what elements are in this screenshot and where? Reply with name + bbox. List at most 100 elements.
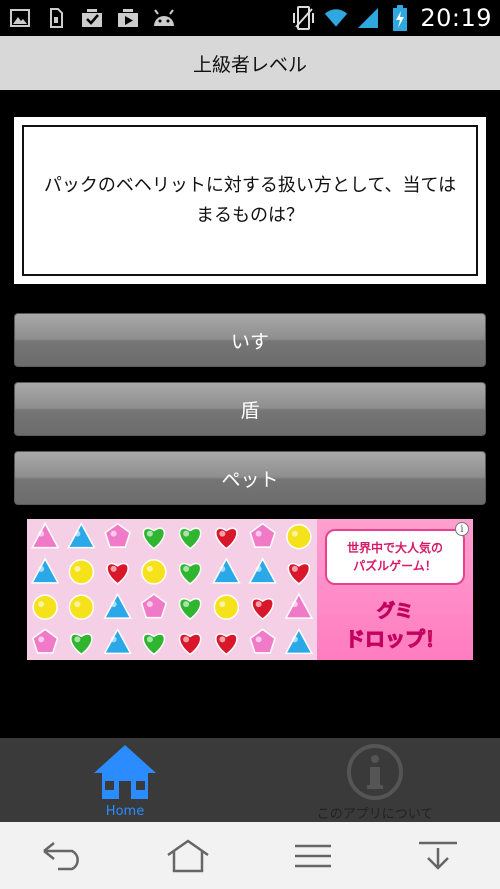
android-icon	[152, 6, 176, 30]
bottom-tab-bar: Home このアプリについて	[0, 738, 500, 822]
home-nav-icon[interactable]	[125, 822, 250, 889]
candy-highlight	[255, 636, 262, 643]
candy-piece	[178, 527, 202, 550]
candy-highlight	[110, 636, 117, 643]
hide-keyboard-icon[interactable]	[375, 822, 500, 889]
candy-highlight	[255, 565, 262, 572]
tab-home[interactable]: Home	[0, 738, 250, 822]
answer-label: 盾	[240, 399, 260, 422]
question-text: パックのベヘリットに対する扱い方として、当てはまるものは？	[43, 174, 457, 226]
page-title: 上級者レベル	[192, 53, 307, 76]
vibrate-icon	[292, 6, 316, 30]
candy-piece	[212, 557, 241, 584]
tab-about[interactable]: このアプリについて	[250, 738, 500, 822]
candy-piece	[30, 522, 60, 549]
candy-highlight	[291, 636, 298, 643]
candy-piece	[30, 557, 60, 584]
candy-highlight	[146, 530, 153, 537]
candy-piece	[106, 562, 129, 585]
ad-line2: パズルゲーム！	[353, 559, 437, 573]
question-frame: パックのベヘリットに対する扱い方として、当てはまるものは？	[22, 125, 478, 276]
image-icon	[8, 6, 32, 30]
menu-icon[interactable]	[250, 822, 375, 889]
candy-highlight	[110, 565, 117, 572]
ad-info-icon[interactable]: i	[455, 522, 469, 536]
candy-highlight	[74, 530, 81, 537]
play-store-icon	[116, 6, 140, 30]
system-nav-bar	[0, 822, 500, 889]
candy-grid-image	[27, 519, 317, 660]
candy-piece	[140, 593, 168, 619]
answer-button-2[interactable]: 盾	[14, 382, 486, 436]
candy-piece	[251, 598, 274, 621]
candy-piece	[284, 627, 314, 655]
candy-highlight	[219, 565, 226, 572]
candy-highlight	[219, 530, 226, 537]
ad-tagline: 世界中で大人気の パズルゲーム！	[325, 529, 465, 585]
wifi-icon	[324, 6, 348, 30]
candy-piece	[178, 598, 202, 621]
info-icon	[342, 742, 408, 801]
candy-piece	[287, 562, 311, 585]
candy-highlight	[291, 530, 298, 537]
candy-piece	[178, 633, 202, 656]
system-icons: 20:19	[292, 4, 492, 32]
ad-logo-line2: ドロップ！	[345, 626, 446, 651]
tab-about-label: このアプリについて	[316, 807, 434, 822]
candy-piece	[249, 522, 276, 548]
candy-piece	[286, 523, 312, 550]
ad-banner[interactable]: 世界中で大人気の パズルゲーム！ グミ ドロップ！ i	[27, 519, 473, 660]
tab-home-label: Home	[105, 804, 145, 819]
clock: 20:19	[420, 4, 492, 32]
candy-highlight	[183, 636, 190, 643]
candy-piece	[141, 559, 167, 585]
candy-highlight	[74, 636, 81, 643]
candy-piece	[31, 628, 59, 654]
candy-highlight	[74, 601, 81, 608]
candy-highlight	[146, 565, 153, 572]
candy-highlight	[219, 601, 226, 608]
title-bar: 上級者レベル	[0, 36, 500, 90]
candy-piece	[32, 594, 58, 620]
candy-highlight	[183, 530, 190, 537]
ad-line1: 世界中で大人気の	[346, 541, 443, 555]
ad-logo: グミ ドロップ！	[327, 597, 463, 651]
question-card: パックのベヘリットに対する扱い方として、当てはまるものは？	[14, 117, 486, 284]
back-icon[interactable]	[0, 822, 125, 889]
notification-icons	[8, 6, 176, 30]
ad-logo-line1: グミ	[377, 600, 414, 622]
candy-piece	[104, 522, 131, 548]
candy-highlight	[110, 530, 117, 537]
candy-piece	[215, 527, 238, 550]
candy-piece	[284, 592, 314, 619]
candy-piece	[249, 628, 276, 654]
candy-highlight	[183, 565, 190, 572]
ad-promo: 世界中で大人気の パズルゲーム！ グミ ドロップ！	[317, 519, 473, 660]
candy-highlight	[183, 601, 190, 608]
candy-highlight	[255, 601, 262, 608]
candy-highlight	[146, 636, 153, 643]
candy-highlight	[255, 530, 262, 537]
candy-piece	[67, 522, 96, 549]
answer-label: ペット	[221, 468, 279, 491]
candy-piece	[248, 557, 277, 584]
candy-piece	[213, 594, 240, 620]
answer-button-1[interactable]: いす	[14, 313, 486, 367]
home-icon	[92, 742, 158, 802]
candy-piece	[215, 633, 238, 656]
candy-piece	[68, 559, 95, 585]
candy-highlight	[38, 601, 45, 608]
sim-icon	[44, 6, 68, 30]
candy-highlight	[219, 636, 226, 643]
download-icon	[80, 6, 104, 30]
candy-highlight	[146, 601, 153, 608]
candy-highlight	[110, 601, 117, 608]
candy-highlight	[38, 636, 45, 643]
answer-button-3[interactable]: ペット	[14, 451, 486, 505]
answer-label: いす	[230, 330, 269, 353]
battery-charging-icon	[388, 5, 412, 31]
candy-highlight	[74, 565, 81, 572]
candy-piece	[142, 527, 166, 550]
candy-piece	[103, 627, 132, 655]
candy-piece	[103, 592, 132, 619]
